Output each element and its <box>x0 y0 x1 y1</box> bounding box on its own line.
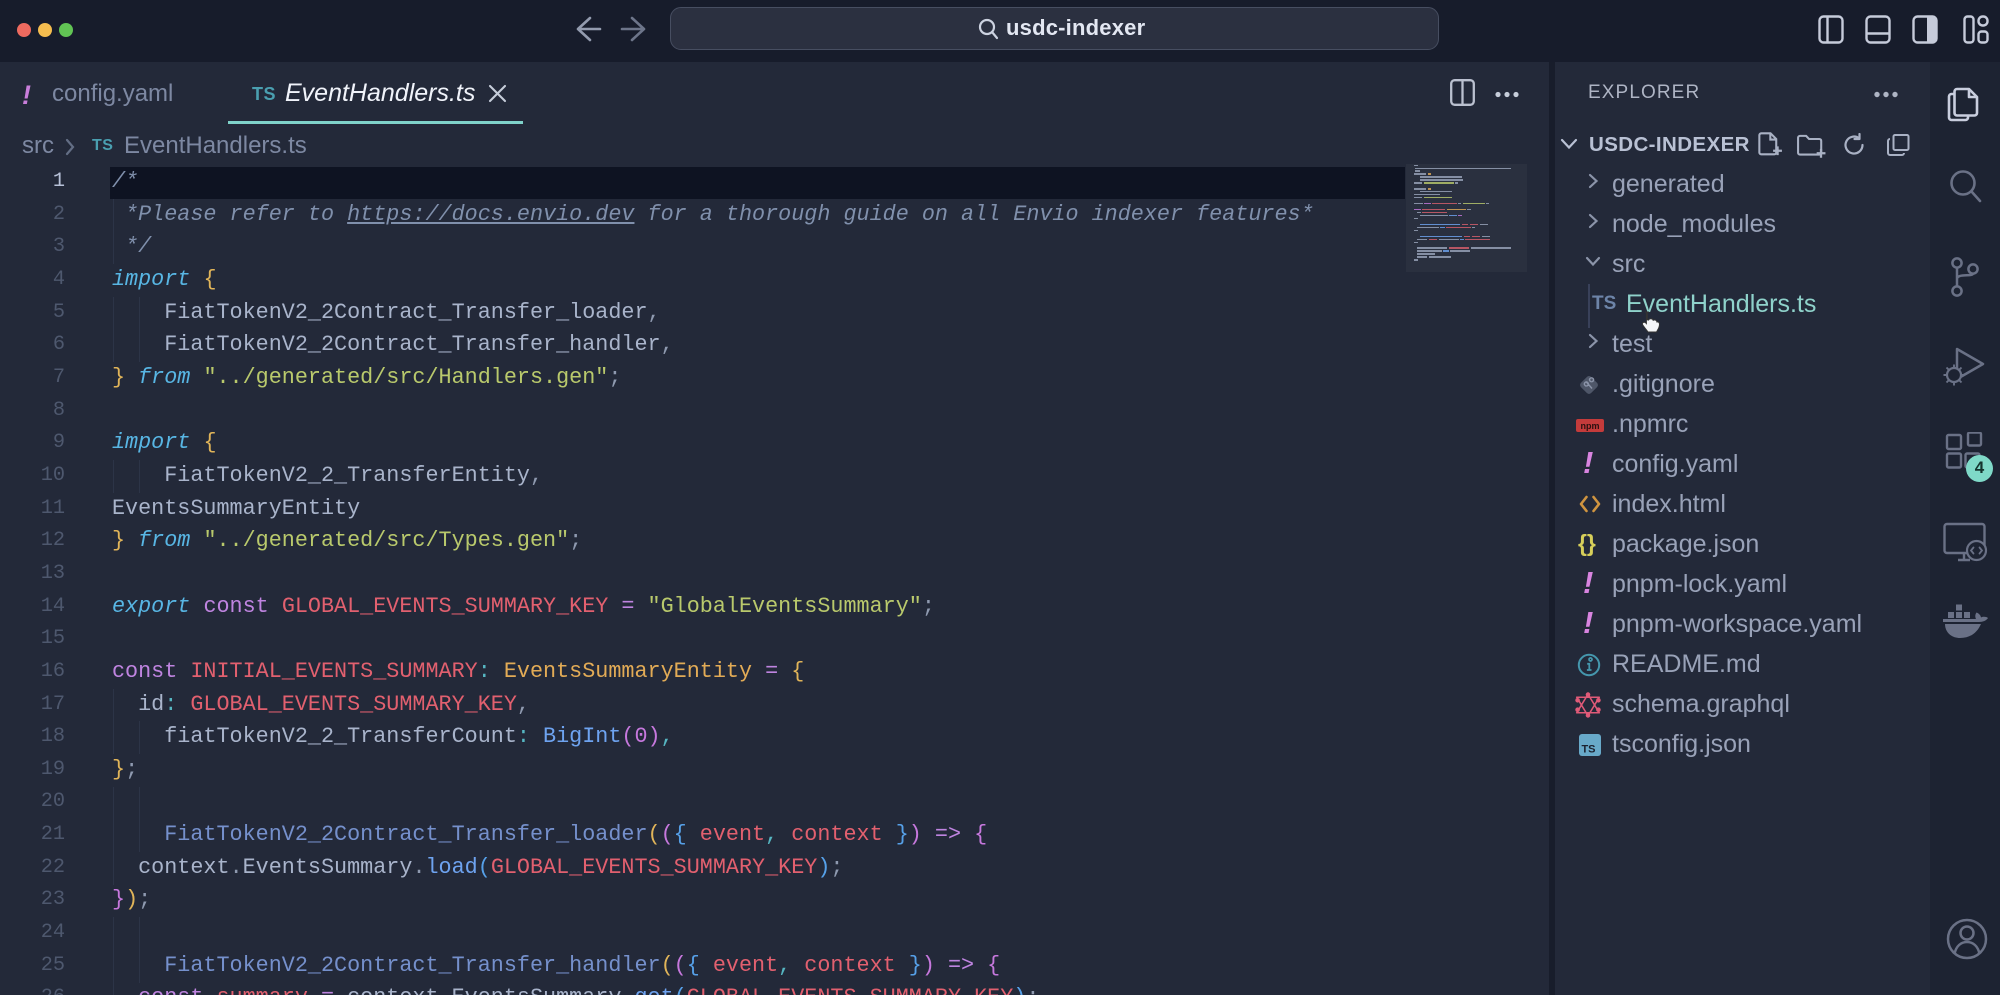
svg-text:npm: npm <box>1581 421 1600 431</box>
svg-text:TS: TS <box>1581 744 1595 756</box>
